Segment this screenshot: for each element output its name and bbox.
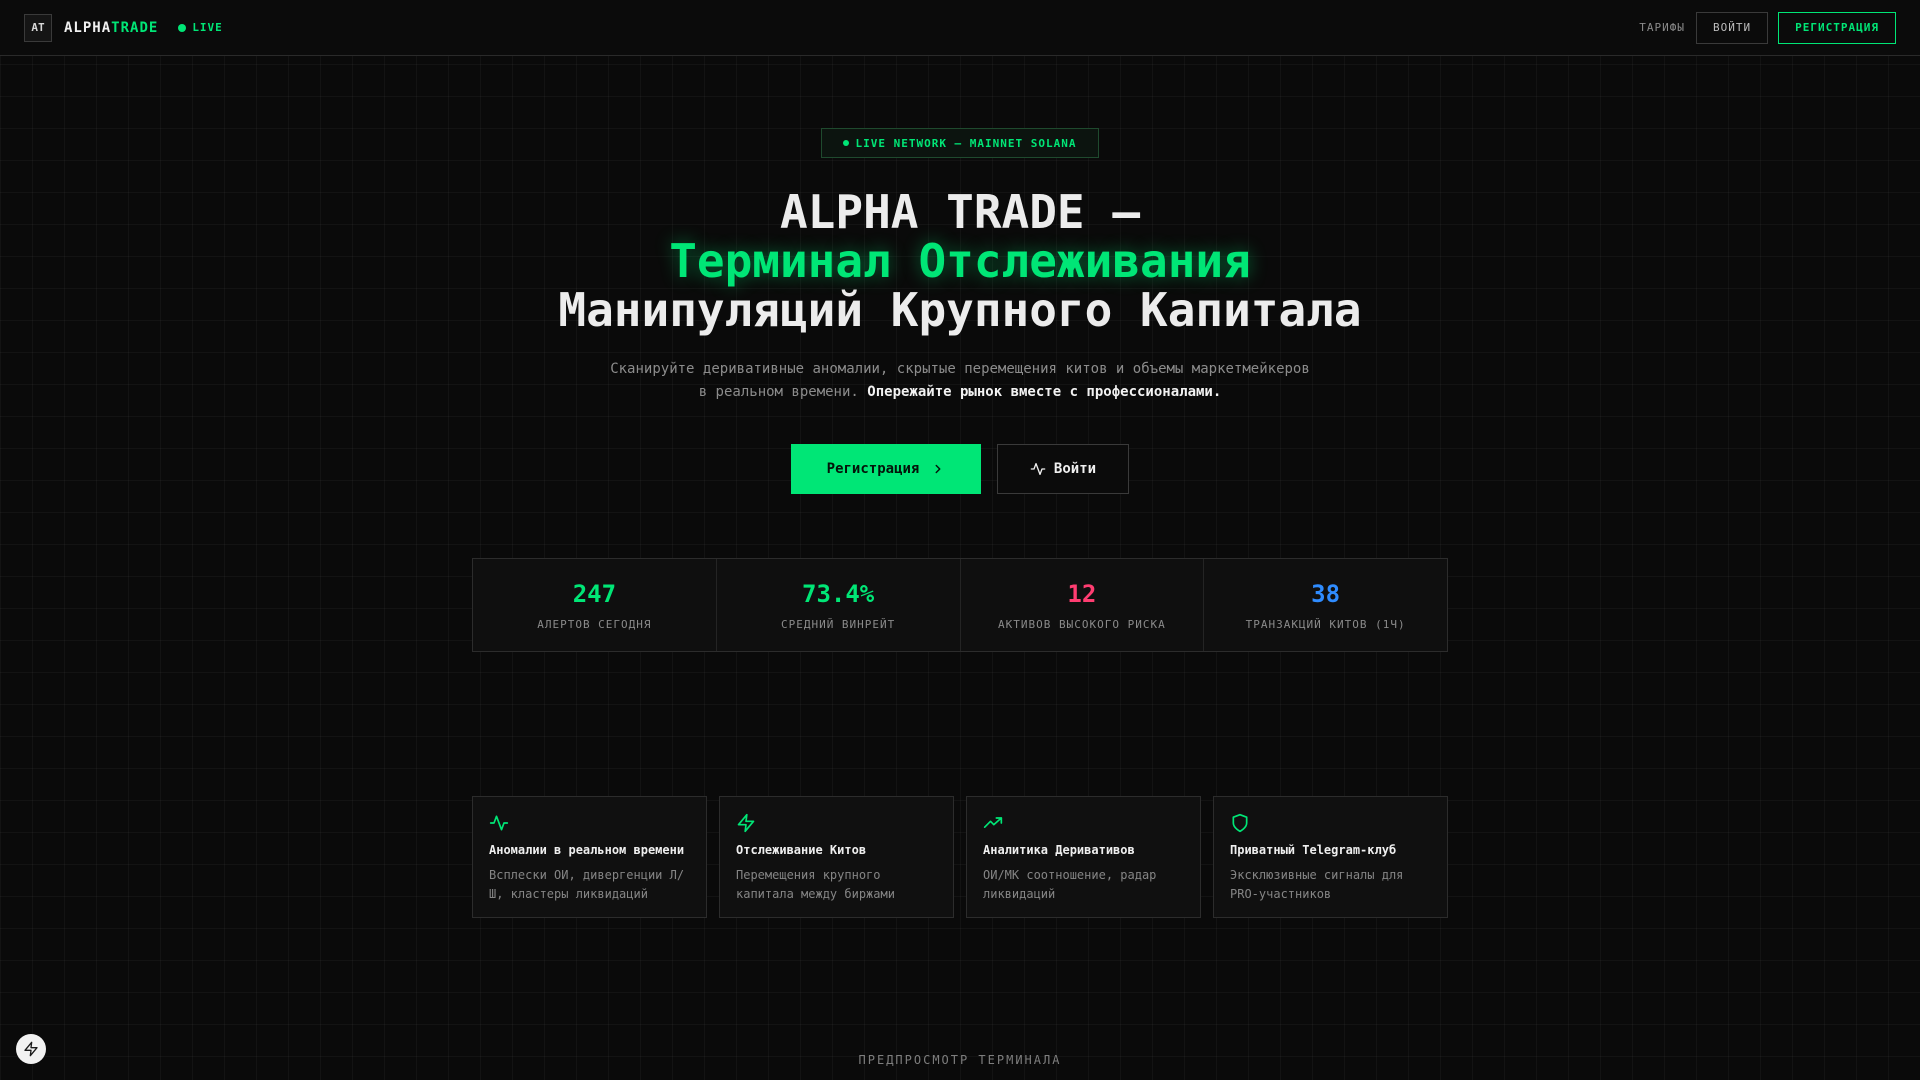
login-button[interactable]: Войти: [997, 444, 1129, 494]
shield-icon: [1232, 813, 1248, 833]
feature-cards: Аномалии в реальном времени Всплески ОИ,…: [472, 796, 1448, 918]
hero-title-line3: Манипуляций Крупного Капитала: [558, 283, 1362, 337]
activity-icon: [489, 815, 509, 831]
stat-alerts: 247 АЛЕРТОВ СЕГОДНЯ: [473, 559, 717, 651]
feature-title: Аномалии в реальном времени: [489, 843, 685, 857]
trending-up-icon: [983, 817, 1003, 828]
hero-subtitle: Сканируйте деривативные аномалии, скрыты…: [0, 358, 1920, 404]
feature-title: Аналитика Деривативов: [983, 843, 1135, 857]
live-indicator: LIVE: [178, 21, 223, 34]
login-button-label: Войти: [1053, 461, 1097, 477]
register-button-label: Регистрация: [826, 461, 920, 477]
hero-title-line2: Терминал Отслеживания: [669, 234, 1251, 288]
feature-card-anomalies[interactable]: Аномалии в реальном времени Всплески ОИ,…: [472, 796, 707, 918]
feature-title: Приватный Telegram-клуб: [1230, 843, 1397, 857]
feature-desc: Перемещения крупного капитала между бирж…: [736, 868, 895, 901]
stats-panel: 247 АЛЕРТОВ СЕГОДНЯ 73.4% СРЕДНИЙ ВИНРЕЙ…: [472, 558, 1448, 652]
terminal-preview-label: ПРЕДПРОСМОТР ТЕРМИНАЛА: [858, 1053, 1062, 1067]
nav-link-tariffs[interactable]: ТАРИФЫ: [1639, 21, 1685, 34]
feature-card-derivatives[interactable]: Аналитика Деривативов ОИ/МК соотношение,…: [966, 796, 1201, 918]
brand-name[interactable]: ALPHATRADE: [64, 20, 158, 36]
feature-card-whales[interactable]: Отслеживание Китов Перемещения крупного …: [719, 796, 954, 918]
top-navbar: AT ALPHATRADE LIVE ТАРИФЫ ВОЙТИ РЕГИСТРА…: [0, 0, 1920, 56]
zap-icon: [737, 813, 755, 833]
hero-subtitle-strong: Опережайте рынок вместе с профессионалам…: [867, 384, 1222, 400]
activity-icon: [1030, 463, 1046, 475]
nav-signup-button[interactable]: РЕГИСТРАЦИЯ: [1778, 11, 1896, 44]
nav-login-button[interactable]: ВОЙТИ: [1696, 11, 1769, 44]
badge-dot-icon: [843, 140, 850, 146]
stat-value: 38: [1311, 579, 1341, 608]
stat-whale-tx: 38 ТРАНЗАКЦИЙ КИТОВ (1Ч): [1204, 559, 1447, 651]
quick-action-button[interactable]: [16, 1034, 46, 1064]
stat-value: 73.4%: [802, 579, 875, 608]
feature-card-telegram[interactable]: Приватный Telegram-клуб Эксклюзивные сиг…: [1213, 796, 1448, 918]
chevron-right-icon: [935, 464, 941, 474]
stat-label: АКТИВОВ ВЫСОКОГО РИСКА: [998, 617, 1166, 631]
feature-desc: Всплески ОИ, дивергенции Л/Ш, кластеры л…: [489, 868, 685, 901]
hero-subtitle-line2-wrap: в реальном времени. Опережайте рынок вме…: [0, 381, 1920, 404]
hero-title: ALPHA TRADE — Терминал Отслеживания Мани…: [0, 188, 1920, 335]
feature-desc: ОИ/МК соотношение, радар ликвидаций: [983, 868, 1157, 901]
hero-title-line1: ALPHA TRADE —: [779, 185, 1141, 239]
zap-icon: [24, 1041, 38, 1057]
stat-label: ТРАНЗАКЦИЙ КИТОВ (1Ч): [1245, 617, 1406, 631]
stat-value: 247: [572, 579, 617, 608]
live-dot-icon: [178, 23, 187, 32]
brand-primary: ALPHA: [64, 19, 112, 36]
register-button[interactable]: Регистрация: [791, 444, 981, 494]
hero-subtitle-line2: в реальном времени.: [698, 384, 859, 400]
logo-mark[interactable]: AT: [24, 13, 52, 42]
feature-title: Отслеживание Китов: [736, 843, 867, 857]
stat-winrate: 73.4% СРЕДНИЙ ВИНРЕЙТ: [717, 559, 961, 651]
stat-label: АЛЕРТОВ СЕГОДНЯ: [537, 617, 652, 631]
network-badge: LIVE NETWORK — MAINNET SOLANA: [821, 128, 1099, 158]
brand-accent: TRADE: [111, 19, 159, 36]
nav-actions: ТАРИФЫ ВОЙТИ РЕГИСТРАЦИЯ: [1639, 11, 1896, 44]
hero-subtitle-line1: Сканируйте деривативные аномалии, скрыты…: [610, 361, 1310, 377]
feature-desc: Эксклюзивные сигналы для PRO-участников: [1230, 868, 1404, 901]
stat-value: 12: [1067, 579, 1097, 608]
badge-label: LIVE NETWORK — MAINNET SOLANA: [855, 136, 1077, 150]
stat-label: СРЕДНИЙ ВИНРЕЙТ: [780, 617, 896, 631]
stat-high-risk: 12 АКТИВОВ ВЫСОКОГО РИСКА: [961, 559, 1205, 651]
live-label: LIVE: [192, 21, 223, 34]
